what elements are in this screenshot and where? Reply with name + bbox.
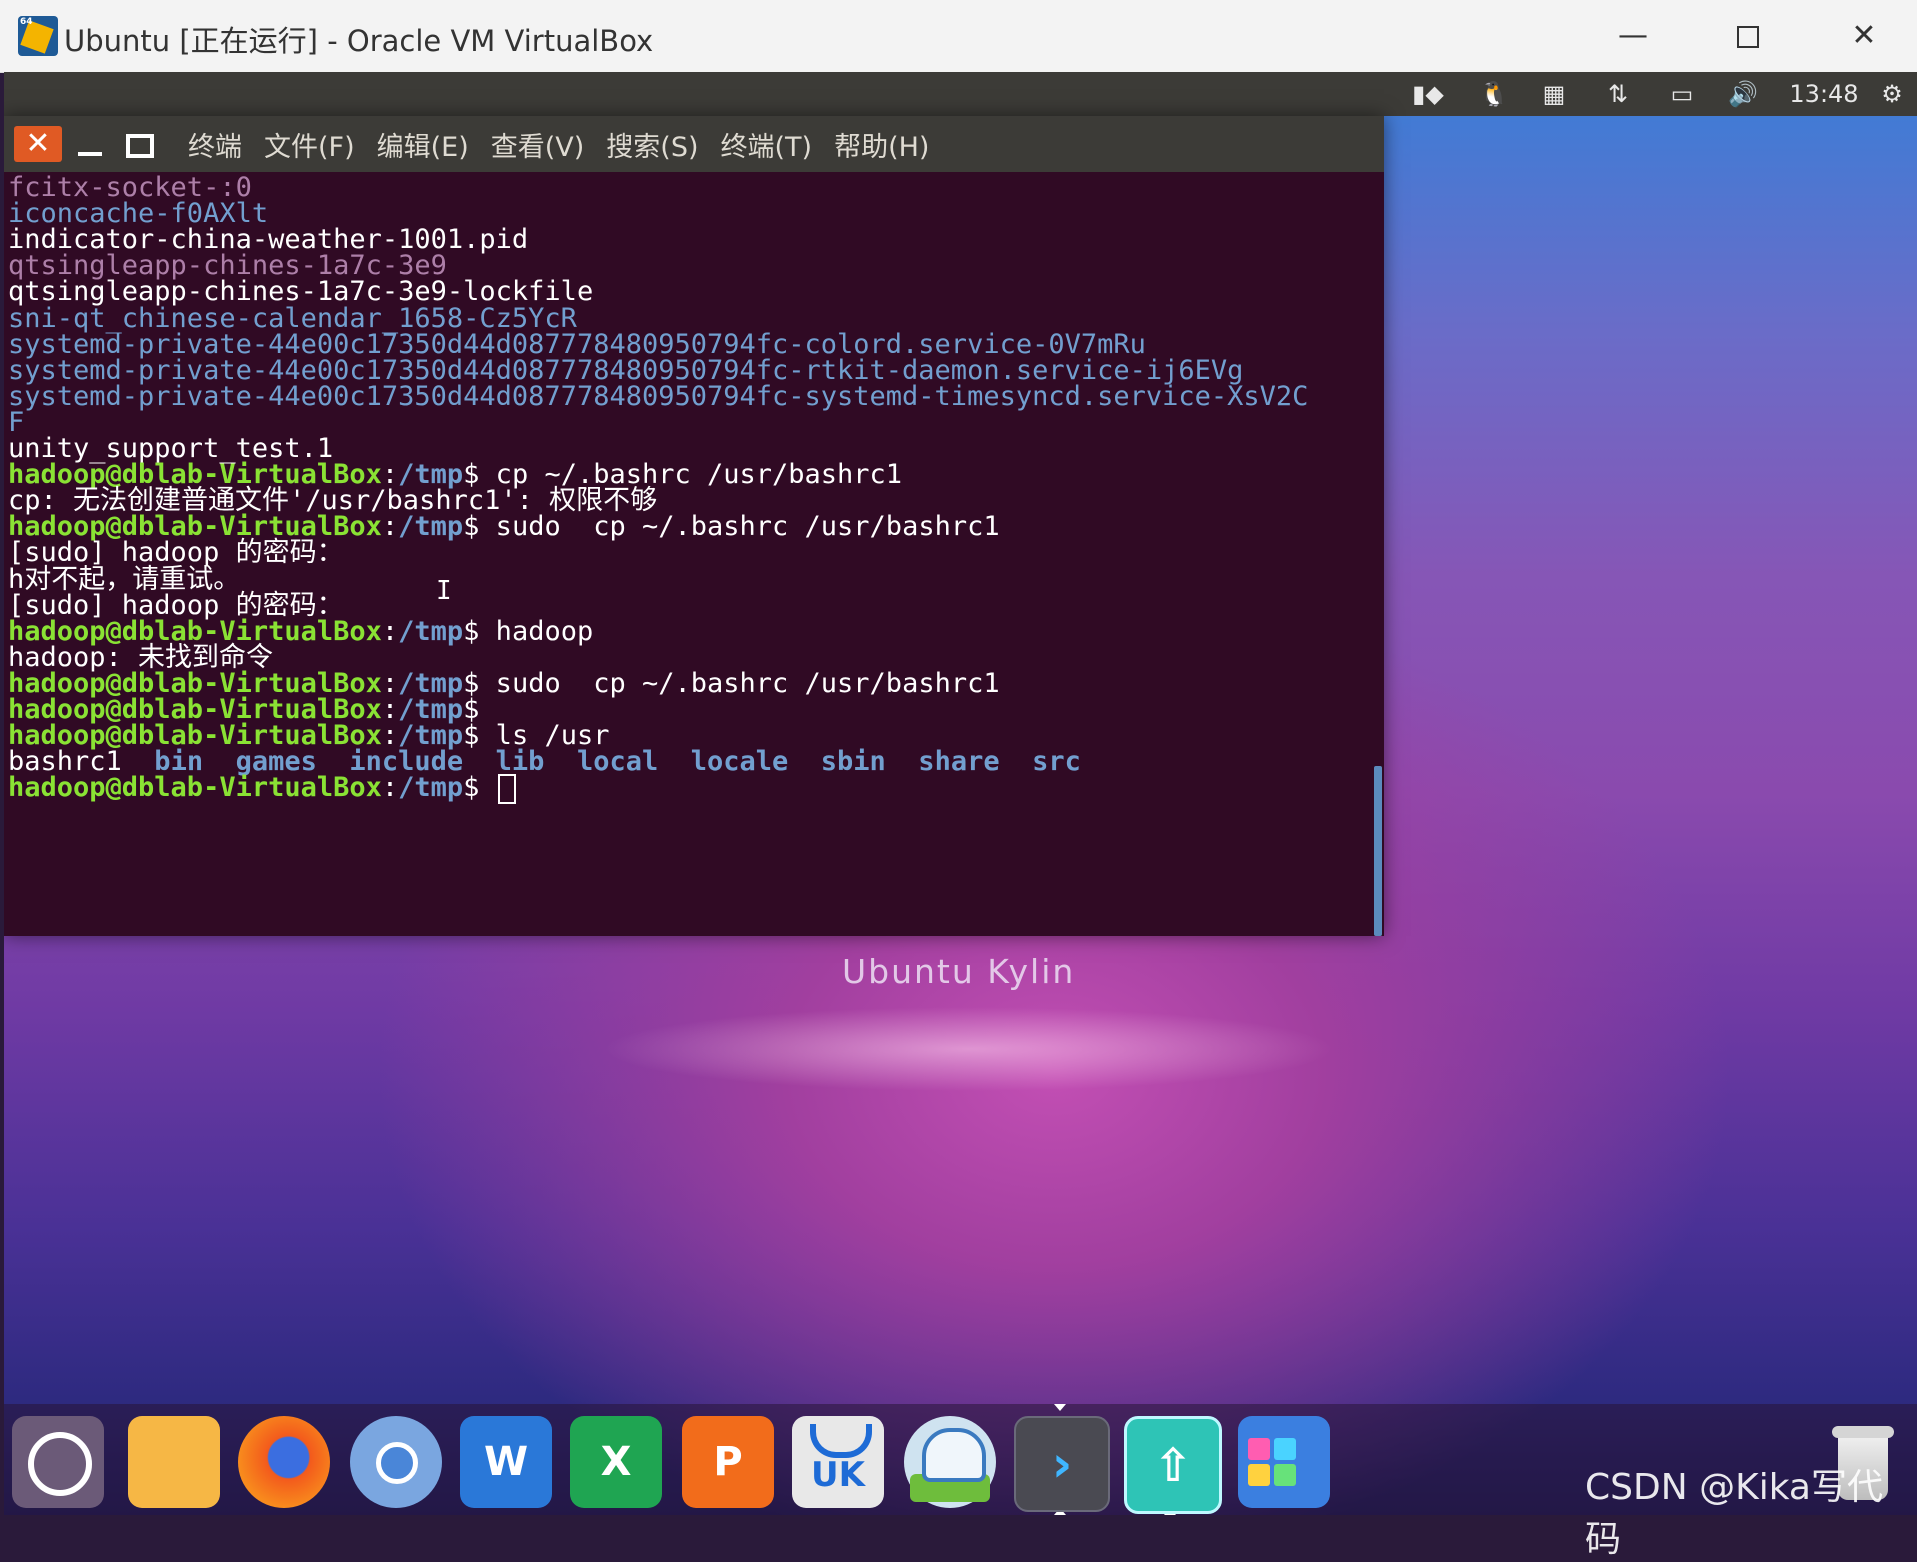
menu-file[interactable]: 文件(F) [264, 125, 355, 164]
menu-search[interactable]: 搜索(S) [606, 125, 698, 164]
software-center-icon[interactable]: UK [792, 1416, 884, 1508]
close-button[interactable]: ✕ [1834, 14, 1894, 58]
host-titlebar: 64 Ubuntu [正在运行] - Oracle VM VirtualBox … [0, 0, 1917, 73]
terminal-line: hadoop@dblab-VirtualBox:/tmp$ [8, 772, 516, 804]
maximize-icon [126, 134, 154, 158]
terminal-text: /tmp [398, 511, 464, 542]
files-icon[interactable] [128, 1416, 220, 1508]
kylin-assistant-icon[interactable] [904, 1416, 996, 1508]
minimize-icon [78, 152, 102, 156]
menu-terminal[interactable]: 终端(T) [721, 125, 813, 164]
terminal-window[interactable]: ✕ 终端 文件(F) 编辑(E) 查看(V) 搜索(S) 终端(T) 帮助(H)… [4, 116, 1384, 936]
terminal-text: : [381, 772, 399, 803]
virtualbox-app-icon: 64 [18, 16, 58, 56]
terminal-text: $ [463, 772, 496, 803]
active-indicator [1054, 1404, 1066, 1411]
watermark: CSDN @Kika写代码 [1585, 1467, 1883, 1560]
firefox-icon[interactable] [238, 1416, 330, 1508]
ubuntu-logo-icon[interactable] [12, 1416, 104, 1508]
excel-icon[interactable]: X [570, 1416, 662, 1508]
gear-icon[interactable]: ⚙ [1870, 72, 1914, 116]
network-icon[interactable]: ⇅ [1596, 72, 1640, 116]
terminal-close-button[interactable]: ✕ [14, 126, 62, 162]
close-icon: ✕ [25, 126, 51, 161]
text-cursor-icon: I [436, 576, 452, 606]
terminal-text: /tmp [398, 616, 464, 647]
menu-edit[interactable]: 编辑(E) [377, 125, 469, 164]
terminal-menu-list: 终端 文件(F) 编辑(E) 查看(V) 搜索(S) 终端(T) 帮助(H) [188, 116, 929, 172]
minimize-icon: — [1618, 18, 1648, 53]
terminal-text: $ hadoop [463, 616, 594, 647]
window-title: Ubuntu [正在运行] - Oracle VM VirtualBox [64, 24, 654, 58]
terminal-menubar: ✕ 终端 文件(F) 编辑(E) 查看(V) 搜索(S) 终端(T) 帮助(H) [4, 116, 1384, 172]
terminal-line: systemd-private-44e00c17350d44d087778480… [8, 381, 1308, 413]
volume-icon[interactable]: 🔊 [1720, 72, 1766, 116]
terminal-icon[interactable]: › [1014, 1416, 1110, 1512]
terminal-text: $ sudo cp ~/.bashrc /usr/bashrc1 [463, 668, 1000, 699]
terminal-text: : [381, 511, 399, 542]
menu-help[interactable]: 帮助(H) [834, 125, 929, 164]
wallpaper-label: Ubuntu Kylin [842, 952, 1076, 991]
terminal-text: /tmp [398, 772, 464, 803]
terminal-minimize-button[interactable] [72, 126, 108, 162]
terminal-text: hadoop@dblab-VirtualBox [8, 772, 382, 803]
powerpoint-icon[interactable]: P [682, 1416, 774, 1508]
terminal-text: systemd-private-44e00c17350d44d087778480… [8, 381, 1309, 412]
update-manager-icon[interactable]: ⇧ [1124, 1416, 1222, 1514]
keyboard-indicator-icon[interactable]: ▮◆ [1406, 72, 1450, 116]
menu-terminal-app[interactable]: 终端 [188, 125, 242, 164]
clock[interactable]: 13:48 [1782, 72, 1866, 116]
battery-icon[interactable]: ▭ [1656, 72, 1708, 116]
calendar-icon[interactable]: ▦ [1532, 72, 1576, 116]
terminal-text: : [381, 616, 399, 647]
terminal-cursor [497, 773, 516, 804]
terminal-maximize-button[interactable] [120, 126, 156, 162]
maximize-button[interactable] [1718, 14, 1778, 58]
menu-view[interactable]: 查看(V) [491, 125, 585, 164]
terminal-output[interactable]: fcitx-socket-:0 iconcache-f0AXlt indicator… [4, 172, 1372, 936]
chromium-icon[interactable] [350, 1416, 442, 1508]
word-icon[interactable]: W [460, 1416, 552, 1508]
unity-top-panel: ▮◆ 🐧 ▦ ⇅ ▭ 🔊 13:48 ⚙ [4, 72, 1917, 116]
workspace-icon[interactable] [1238, 1416, 1330, 1508]
close-icon: ✕ [1851, 18, 1877, 53]
terminal-text: $ sudo cp ~/.bashrc /usr/bashrc1 [463, 511, 1000, 542]
minimize-button[interactable]: — [1603, 14, 1663, 58]
terminal-scrollbar[interactable] [1372, 172, 1384, 936]
vm-screen[interactable]: ▮◆ 🐧 ▦ ⇅ ▭ 🔊 13:48 ⚙ Ubuntu Kylin ✕ 终端 文… [4, 72, 1917, 1515]
scrollbar-thumb[interactable] [1374, 766, 1382, 936]
maximize-icon [1737, 25, 1759, 48]
penguin-icon[interactable]: 🐧 [1472, 72, 1516, 116]
